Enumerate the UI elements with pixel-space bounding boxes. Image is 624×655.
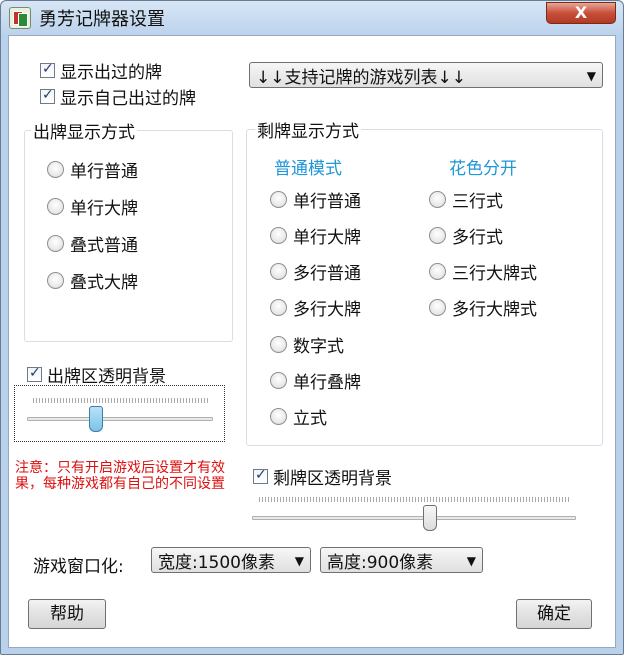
radio-button-icon (47, 198, 64, 215)
window-mode-label: 游戏窗口化: (33, 557, 124, 577)
radio-button-icon (270, 372, 287, 389)
played-option-radio[interactable]: 叠式大牌 (47, 268, 138, 293)
remaining-opacity-track[interactable] (252, 516, 576, 520)
dropdown-arrow-icon: ▼ (586, 69, 596, 83)
radio-button-icon (270, 336, 287, 353)
window-title: 勇芳记牌器设置 (39, 9, 165, 30)
radio-button-icon (47, 235, 64, 252)
radio-button-icon (270, 263, 287, 280)
remaining-normal-radio[interactable]: 单行大牌 (270, 223, 361, 248)
show-played-checkbox[interactable]: ✓ 显示出过的牌 (40, 58, 162, 83)
width-value: 宽度:1500像素 (158, 552, 275, 573)
radio-button-icon (47, 161, 64, 178)
radio-button-icon (429, 227, 446, 244)
game-list-select[interactable]: ↓↓支持记牌的游戏列表↓↓ ▼ (249, 62, 603, 88)
remaining-normal-radio[interactable]: 立式 (270, 404, 327, 429)
played-option-radio[interactable]: 叠式普通 (47, 231, 138, 256)
remaining-opacity-slider[interactable] (422, 505, 437, 531)
radio-button-icon (429, 263, 446, 280)
checkmark-icon: ✓ (255, 467, 267, 483)
show-played-label: 显示出过的牌 (60, 63, 162, 83)
checkmark-icon: ✓ (42, 87, 54, 103)
height-value: 高度:900像素 (327, 552, 434, 573)
played-transparent-label: 出牌区透明背景 (47, 367, 166, 387)
radio-button-icon (429, 299, 446, 316)
settings-note: 注意：只有开启游戏后设置才有效果，每种游戏都有自己的不同设置 (15, 460, 225, 492)
played-opacity-track[interactable] (27, 417, 213, 421)
played-opacity-focus (14, 385, 225, 442)
played-display-label: 出牌显示方式 (31, 118, 137, 143)
remaining-suit-radio[interactable]: 多行大牌式 (429, 295, 537, 320)
radio-button-icon (270, 227, 287, 244)
radio-button-icon (270, 408, 287, 425)
checkmark-icon: ✓ (42, 61, 54, 77)
normal-mode-heading: 普通模式 (274, 159, 342, 179)
radio-button-icon (270, 299, 287, 316)
played-option-radio[interactable]: 单行普通 (47, 157, 138, 182)
played-option-radio[interactable]: 单行大牌 (47, 194, 138, 219)
title-bar[interactable]: 勇芳记牌器设置 X (1, 1, 623, 35)
show-own-played-checkbox[interactable]: ✓ 显示自己出过的牌 (40, 84, 196, 109)
remaining-display-label: 剩牌显示方式 (255, 117, 361, 142)
checkmark-icon: ✓ (29, 365, 41, 381)
played-opacity-slider[interactable] (88, 406, 103, 432)
show-own-played-label: 显示自己出过的牌 (60, 89, 196, 109)
suit-split-heading: 花色分开 (449, 159, 517, 179)
help-button[interactable]: 帮助 (28, 599, 106, 629)
remaining-normal-radio[interactable]: 单行普通 (270, 187, 361, 212)
settings-window: 勇芳记牌器设置 X ✓ 显示出过的牌 ✓ 显示自己出过的牌 ↓↓支持记牌的游戏列… (0, 0, 624, 655)
app-cards-icon (9, 7, 31, 29)
slider-ticks (259, 497, 569, 502)
remaining-transparent-label: 剩牌区透明背景 (273, 469, 392, 489)
remaining-transparent-checkbox[interactable]: ✓ 剩牌区透明背景 (253, 464, 392, 489)
radio-button-icon (429, 191, 446, 208)
radio-button-icon (270, 191, 287, 208)
width-select[interactable]: 宽度:1500像素 ▼ (151, 547, 311, 573)
remaining-normal-radio[interactable]: 数字式 (270, 332, 344, 357)
dropdown-arrow-icon: ▼ (466, 554, 476, 568)
radio-button-icon (47, 272, 64, 289)
slider-ticks (33, 398, 209, 403)
height-select[interactable]: 高度:900像素 ▼ (320, 547, 483, 573)
game-list-value: ↓↓支持记牌的游戏列表↓↓ (256, 67, 466, 88)
close-button[interactable]: X (546, 2, 616, 24)
remaining-suit-radio[interactable]: 多行式 (429, 223, 503, 248)
ok-button[interactable]: 确定 (516, 599, 592, 629)
dialog-client-area: ✓ 显示出过的牌 ✓ 显示自己出过的牌 ↓↓支持记牌的游戏列表↓↓ ▼ 出牌显示… (8, 35, 616, 648)
remaining-suit-radio[interactable]: 三行式 (429, 187, 503, 212)
dropdown-arrow-icon: ▼ (294, 554, 304, 568)
remaining-normal-radio[interactable]: 多行普通 (270, 259, 361, 284)
played-transparent-checkbox[interactable]: ✓ 出牌区透明背景 (27, 362, 166, 387)
remaining-suit-radio[interactable]: 三行大牌式 (429, 259, 537, 284)
remaining-normal-radio[interactable]: 多行大牌 (270, 295, 361, 320)
remaining-normal-radio[interactable]: 单行叠牌 (270, 368, 361, 393)
